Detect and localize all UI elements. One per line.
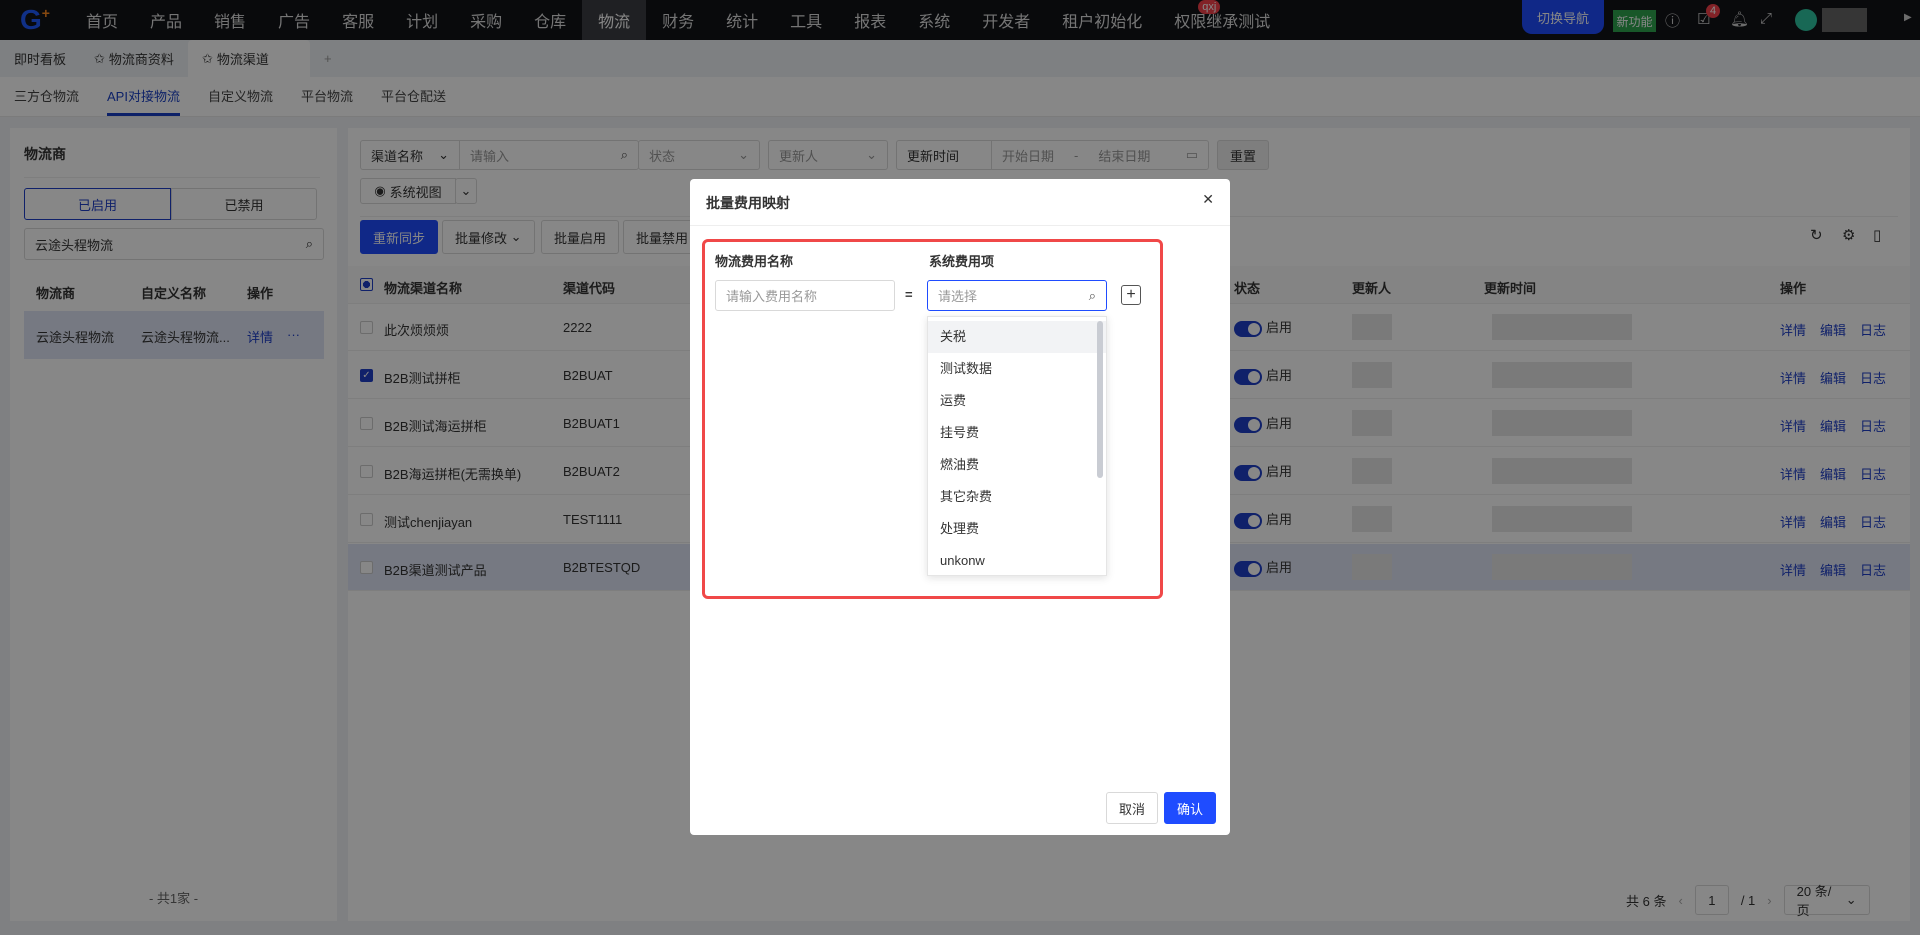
close-icon[interactable]: ✕ bbox=[1202, 191, 1214, 208]
scrollbar[interactable] bbox=[1097, 321, 1103, 478]
add-row-button[interactable]: + bbox=[1121, 285, 1141, 305]
fee-option[interactable]: 处理费 bbox=[928, 513, 1106, 545]
modal-title: 批量费用映射 bbox=[706, 195, 790, 211]
fee-option[interactable]: 运费 bbox=[928, 385, 1106, 417]
fee-option[interactable]: 挂号费 bbox=[928, 417, 1106, 449]
system-fee-select[interactable]: 请选择 ⌕ bbox=[927, 280, 1107, 311]
fee-option[interactable]: 燃油费 bbox=[928, 449, 1106, 481]
fee-option[interactable]: 关税 bbox=[928, 321, 1106, 353]
system-fee-label: 系统费用项 bbox=[929, 254, 995, 269]
cancel-button[interactable]: 取消 bbox=[1106, 792, 1159, 824]
search-icon: ⌕ bbox=[1088, 287, 1096, 303]
fee-option[interactable]: 其它杂费 bbox=[928, 481, 1106, 513]
fee-name-input[interactable]: 请输入费用名称 bbox=[715, 280, 895, 311]
fee-option[interactable]: 测试数据 bbox=[928, 353, 1106, 385]
batch-fee-mapping-modal: 批量费用映射 ✕ 物流费用名称 系统费用项 请输入费用名称 = 请选择 ⌕ + 关… bbox=[690, 179, 1230, 835]
fee-option[interactable]: unkonw bbox=[928, 545, 1106, 577]
fee-dropdown: 关税 测试数据 运费 挂号费 燃油费 其它杂费 处理费 unkonw bbox=[927, 316, 1107, 576]
equals-sign: = bbox=[905, 287, 913, 302]
fee-name-label: 物流费用名称 bbox=[715, 254, 794, 269]
placeholder: 请选择 bbox=[938, 289, 978, 304]
confirm-button[interactable]: 确认 bbox=[1164, 792, 1217, 824]
